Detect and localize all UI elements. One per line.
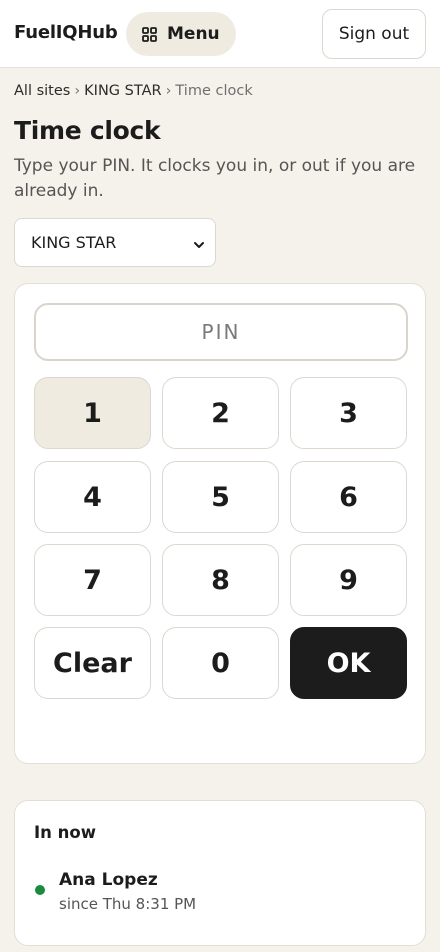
ok-button[interactable]: OK xyxy=(290,627,407,699)
in-now-title: In now xyxy=(34,823,96,842)
page-subtitle: Type your PIN. It clocks you in, or out … xyxy=(14,156,416,201)
key-8[interactable]: 8 xyxy=(162,544,279,616)
key-7[interactable]: 7 xyxy=(34,544,151,616)
key-4[interactable]: 4 xyxy=(34,461,151,533)
key-9[interactable]: 9 xyxy=(290,544,407,616)
breadcrumb-separator: › xyxy=(74,83,81,99)
keypad-card: 1 2 3 4 5 6 7 8 9 Clear 0 OK xyxy=(14,283,426,764)
brand-logo[interactable]: FuelIQHub xyxy=(14,22,118,43)
key-2[interactable]: 2 xyxy=(162,377,279,449)
status-dot-icon xyxy=(35,885,45,895)
in-now-card: In now Ana Lopez since Thu 8:31 PM xyxy=(14,800,426,946)
breadcrumb: All sites › KING STAR › Time clock xyxy=(14,83,253,99)
key-3[interactable]: 3 xyxy=(290,377,407,449)
site-select-value: KING STAR xyxy=(31,233,117,252)
key-6[interactable]: 6 xyxy=(290,461,407,533)
pin-input[interactable] xyxy=(34,303,408,361)
menu-button[interactable]: Menu xyxy=(126,12,236,56)
sign-out-button[interactable]: Sign out xyxy=(322,9,426,59)
grid-icon xyxy=(142,26,157,42)
page-title: Time clock xyxy=(14,116,161,145)
breadcrumb-current: Time clock xyxy=(175,83,253,99)
employee-since: since Thu 8:31 PM xyxy=(59,895,197,913)
chevron-down-icon xyxy=(193,236,205,255)
key-5[interactable]: 5 xyxy=(162,461,279,533)
breadcrumb-separator: › xyxy=(165,83,172,99)
breadcrumb-all-sites[interactable]: All sites xyxy=(14,83,70,99)
menu-label: Menu xyxy=(167,24,220,44)
clear-button[interactable]: Clear xyxy=(34,627,151,699)
key-1[interactable]: 1 xyxy=(34,377,151,449)
top-bar: FuelIQHub Menu Sign out xyxy=(0,0,440,68)
breadcrumb-site[interactable]: KING STAR xyxy=(84,83,161,99)
site-select[interactable]: KING STAR xyxy=(14,218,216,267)
key-0[interactable]: 0 xyxy=(162,627,279,699)
employee-name: Ana Lopez xyxy=(59,870,158,890)
